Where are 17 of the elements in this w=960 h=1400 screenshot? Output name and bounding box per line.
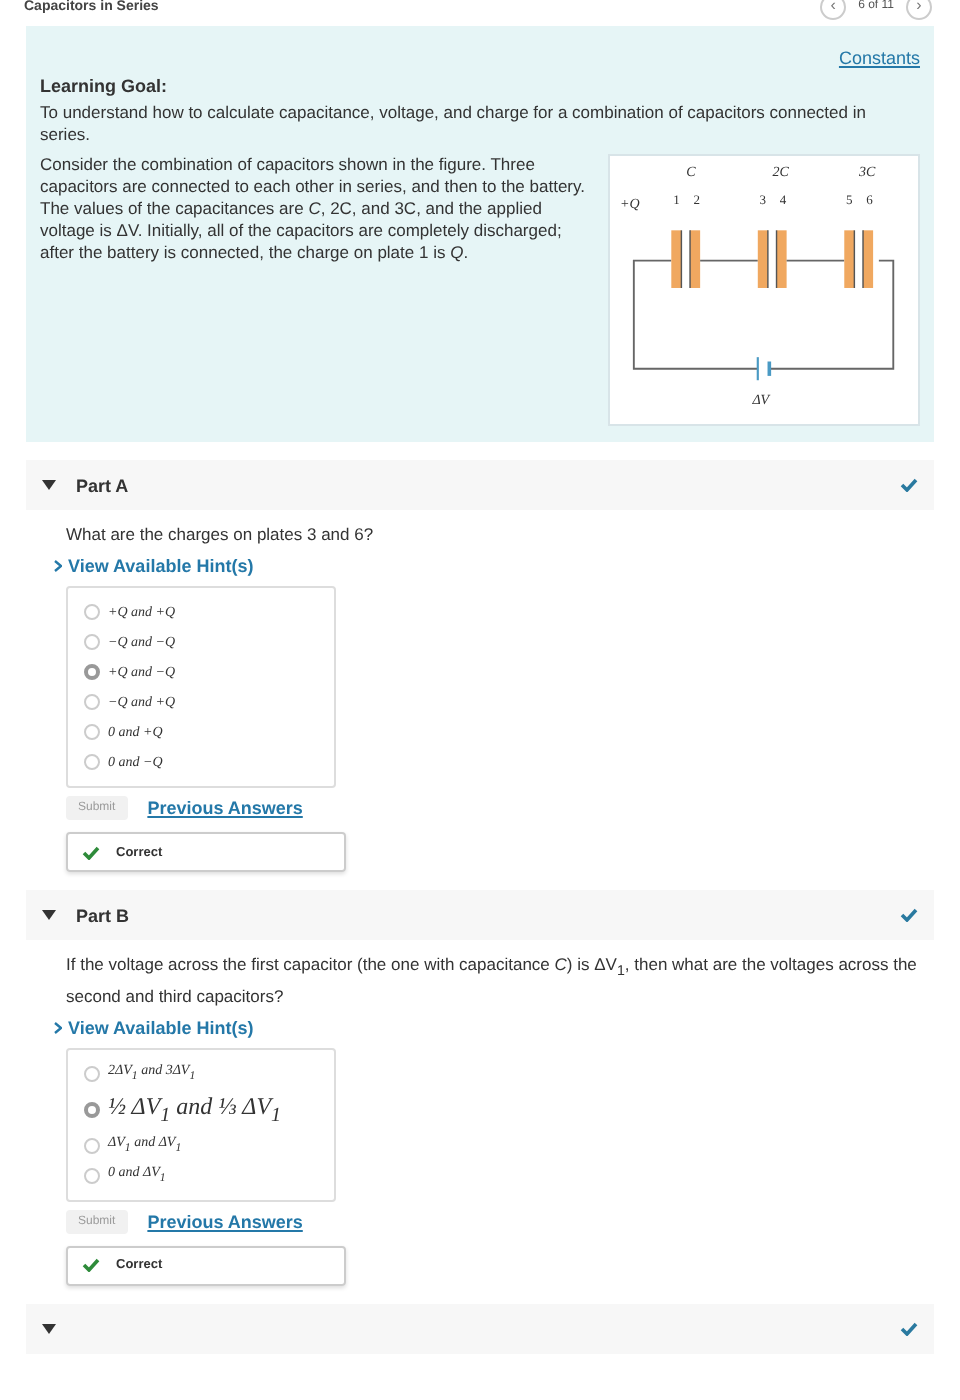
goal-text: To understand how to calculate capacitance, voltage, and charge for a combination of capacitors connected in series. [40,102,868,146]
part-title: Part B [76,905,132,925]
previous-answers-link[interactable]: Previous Answers [147,1211,303,1232]
description-text: Consider the combination of capacitors shown in the figure. Three capacitors are connected to each other in series, and then to the battery. The values of the capacitances are C, 2C, and 3C, and the applied voltage is ΔV. Initially, all of the capacitors are completely discharged; after the battery is connected, the charge on plate 1 is Q. [40,154,587,266]
part-title: Part A [76,475,131,495]
hints-link[interactable]: View Available Hint(s) [68,1017,254,1038]
previous-button[interactable]: ‹ [820,0,847,19]
question-text: If the voltage across the first capacitor (the one with capacitance C) is ΔV$_{1}$, then what are the voltages across the second and third capacitors? [66,952,919,1008]
option-label[interactable]: ½ ΔV$_{1}$ and ⅓ ΔV$_{1}$ [108,1091,282,1127]
hints-link[interactable]: View Available Hint(s) [68,556,254,576]
constants-link[interactable]: Constants [838,48,920,68]
goal-title: Learning Goal: [40,76,170,96]
previous-answers-link[interactable]: Previous Answers [147,798,303,818]
part-header[interactable]: Part A [26,460,934,510]
next-button[interactable]: › [906,0,932,19]
part-header[interactable]: Part B [26,890,934,940]
question-text: What are the charges on plates 3 and 6? [66,522,376,546]
